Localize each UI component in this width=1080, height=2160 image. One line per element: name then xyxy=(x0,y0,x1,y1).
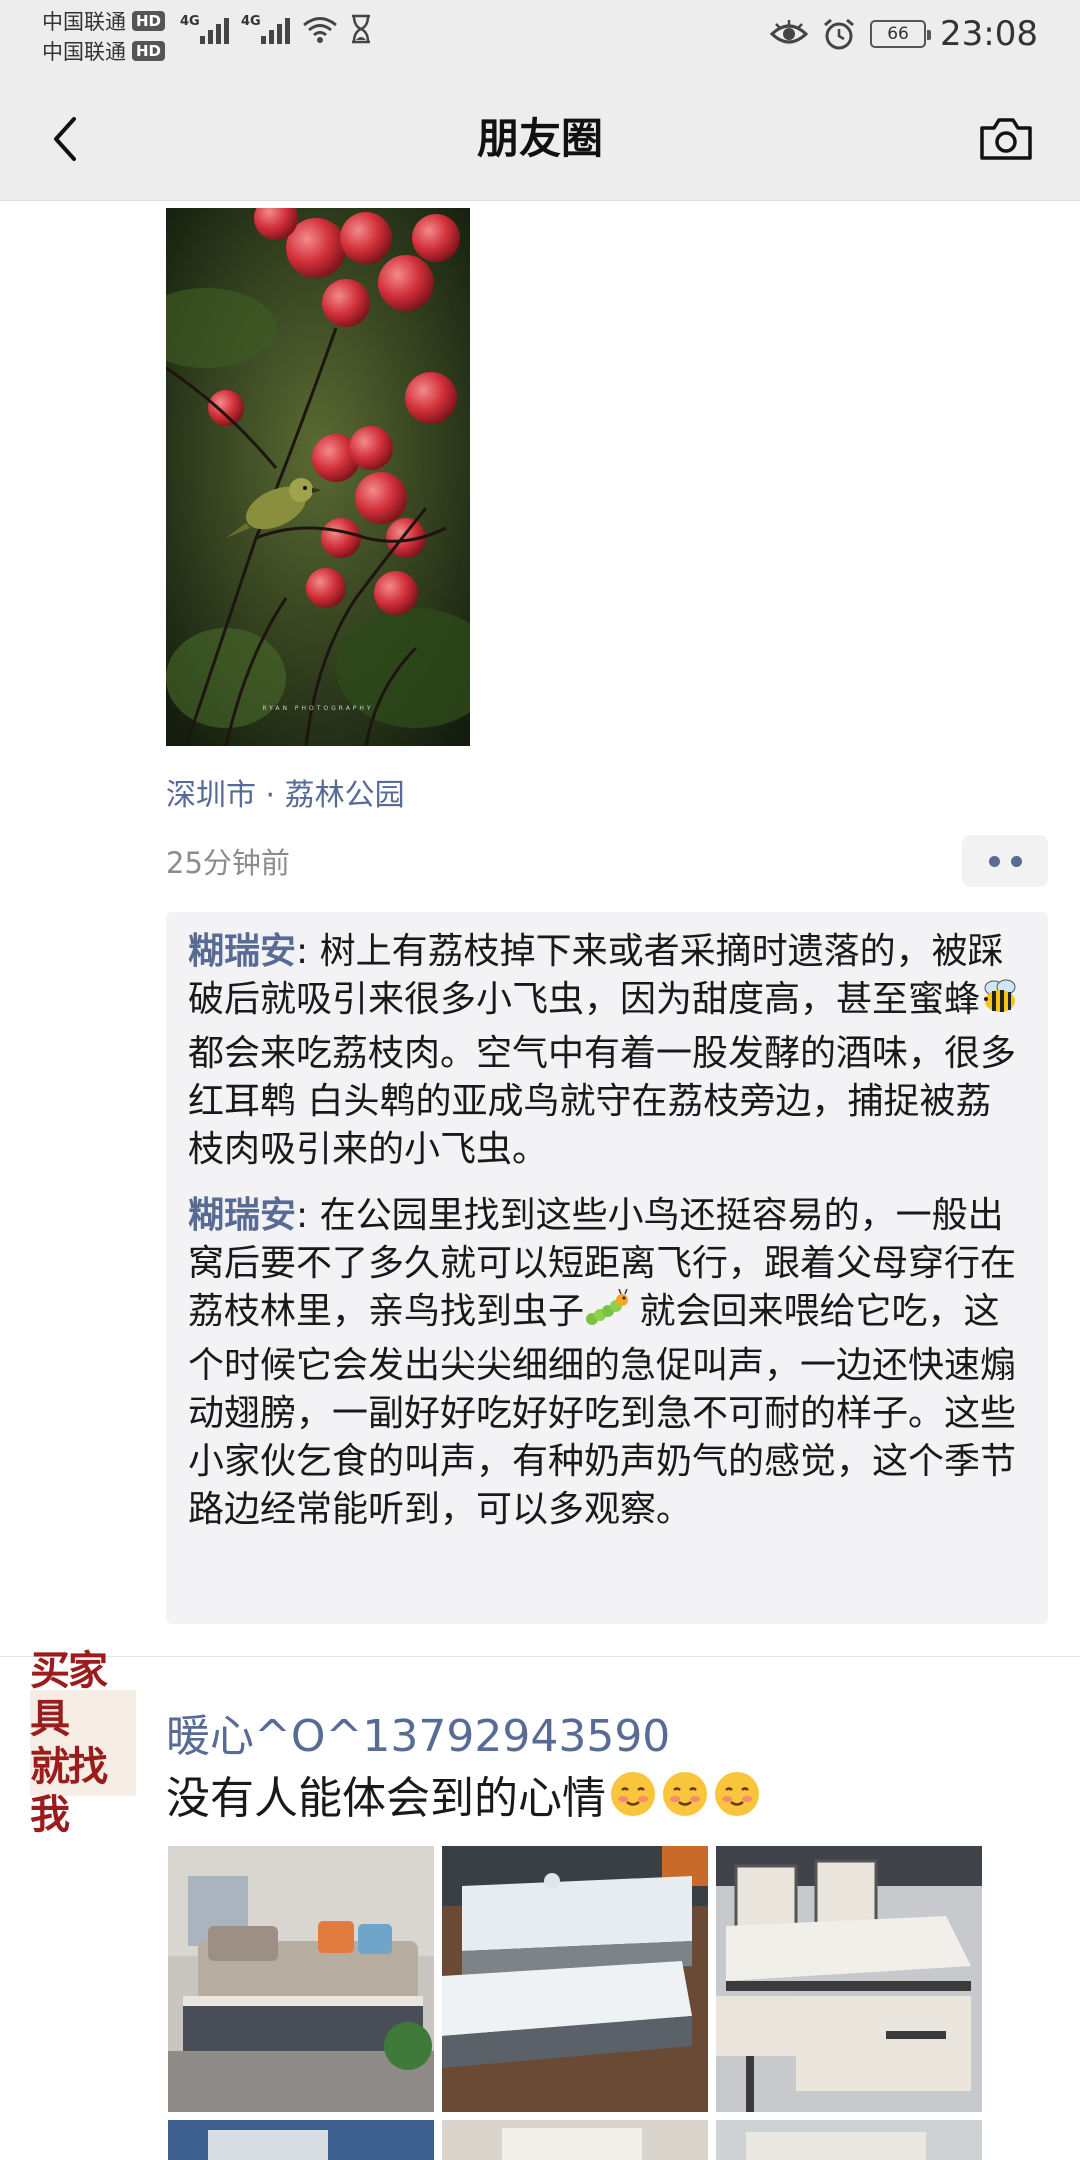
carrier-2: 中国联通 HD xyxy=(42,36,166,66)
post-time: 25分钟前 xyxy=(166,846,290,880)
signal-icons: 4G 4G xyxy=(180,14,372,44)
grid-image-sofa[interactable] xyxy=(168,1846,434,2112)
signal-2-icon: 4G xyxy=(241,14,290,44)
post-divider xyxy=(0,1656,1080,1657)
avatar[interactable]: 买家具 就找我 xyxy=(30,1648,136,1838)
grid-image-dining-set[interactable] xyxy=(716,1846,982,2112)
comment-text-cont: 都会来吃荔枝肉。空气中有着一股发酵的酒味，很多红耳鹎 白头鹎的亚成鸟就守在荔枝旁… xyxy=(188,1033,1017,1170)
camera-button[interactable] xyxy=(966,104,1046,174)
more-options-button[interactable] xyxy=(962,835,1048,887)
carrier-1: 中国联通 HD xyxy=(42,6,166,36)
post-text-content: 没有人能体会到的心情 xyxy=(166,1773,606,1824)
grid-image-row2-1[interactable] xyxy=(168,2120,434,2160)
comment-item[interactable]: 糊瑞安: 树上有荔枝掉下来或者采摘时遗落的，被踩破后就吸引来很多小飞虫，因为甜度… xyxy=(188,928,1026,1174)
post-author-name[interactable]: 暖心^O^13792943590 xyxy=(166,1700,670,1764)
grid-image-row2-3[interactable] xyxy=(716,2120,982,2160)
comment-author[interactable]: 糊瑞安 xyxy=(188,931,296,972)
comment-text: : 树上有荔枝掉下来或者采摘时遗落的，被踩破后就吸引来很多小飞虫，因为甜度高，甚… xyxy=(188,931,1004,1020)
post-text: 没有人能体会到的心情 xyxy=(166,1762,762,1826)
carrier-2-label: 中国联通 xyxy=(42,40,126,64)
bee-emoji-icon xyxy=(980,977,1020,1030)
hourglass-icon xyxy=(352,14,370,44)
status-right: 66 23:08 xyxy=(770,14,1038,54)
battery-icon: 66 xyxy=(870,20,932,48)
top-bar: 中国联通 HD 中国联通 HD 4G 4G 66 23:08 朋友圈 xyxy=(0,0,1080,201)
comment-item[interactable]: 糊瑞安: 在公园里找到这些小鸟还挺容易的，一般出窝后要不了多久就可以短距离飞行，… xyxy=(188,1192,1026,1534)
avatar-text-line2: 就找我 xyxy=(30,1744,108,1838)
smiling-face-emoji-icon xyxy=(608,1769,762,1819)
signal-1-icon: 4G xyxy=(180,14,229,44)
dot-icon xyxy=(988,855,1000,867)
page-title: 朋友圈 xyxy=(476,114,603,163)
grid-image-coffee-table[interactable] xyxy=(442,1846,708,2112)
comments-panel: 糊瑞安: 树上有荔枝掉下来或者采摘时遗落的，被踩破后就吸引来很多小飞虫，因为甜度… xyxy=(166,912,1048,1624)
camera-icon xyxy=(980,118,1032,160)
status-time: 23:08 xyxy=(940,14,1038,54)
avatar-text-line1: 买家具 xyxy=(30,1648,108,1742)
eye-icon xyxy=(770,20,809,44)
carrier-info: 中国联通 HD 中国联通 HD xyxy=(42,6,166,66)
post-location[interactable]: 深圳市 · 荔林公园 xyxy=(166,770,405,814)
lychee-bird-photo: RYAN PHOTOGRAPHY xyxy=(166,208,470,746)
photo-watermark: RYAN PHOTOGRAPHY xyxy=(262,705,373,712)
wifi-icon xyxy=(303,17,337,43)
network-1-label: 4G xyxy=(180,14,200,29)
grid-image-row2-2[interactable] xyxy=(442,2120,708,2160)
dot-icon xyxy=(1010,855,1022,867)
battery-level: 66 xyxy=(887,24,909,44)
caterpillar-emoji-icon xyxy=(584,1288,629,1342)
hd-badge: HD xyxy=(132,11,166,31)
network-2-label: 4G xyxy=(241,14,261,29)
comment-author[interactable]: 糊瑞安 xyxy=(188,1195,296,1236)
carrier-1-label: 中国联通 xyxy=(42,10,126,34)
hd-badge: HD xyxy=(132,41,166,61)
post-photo[interactable]: RYAN PHOTOGRAPHY xyxy=(166,208,470,746)
alarm-icon xyxy=(824,18,854,50)
